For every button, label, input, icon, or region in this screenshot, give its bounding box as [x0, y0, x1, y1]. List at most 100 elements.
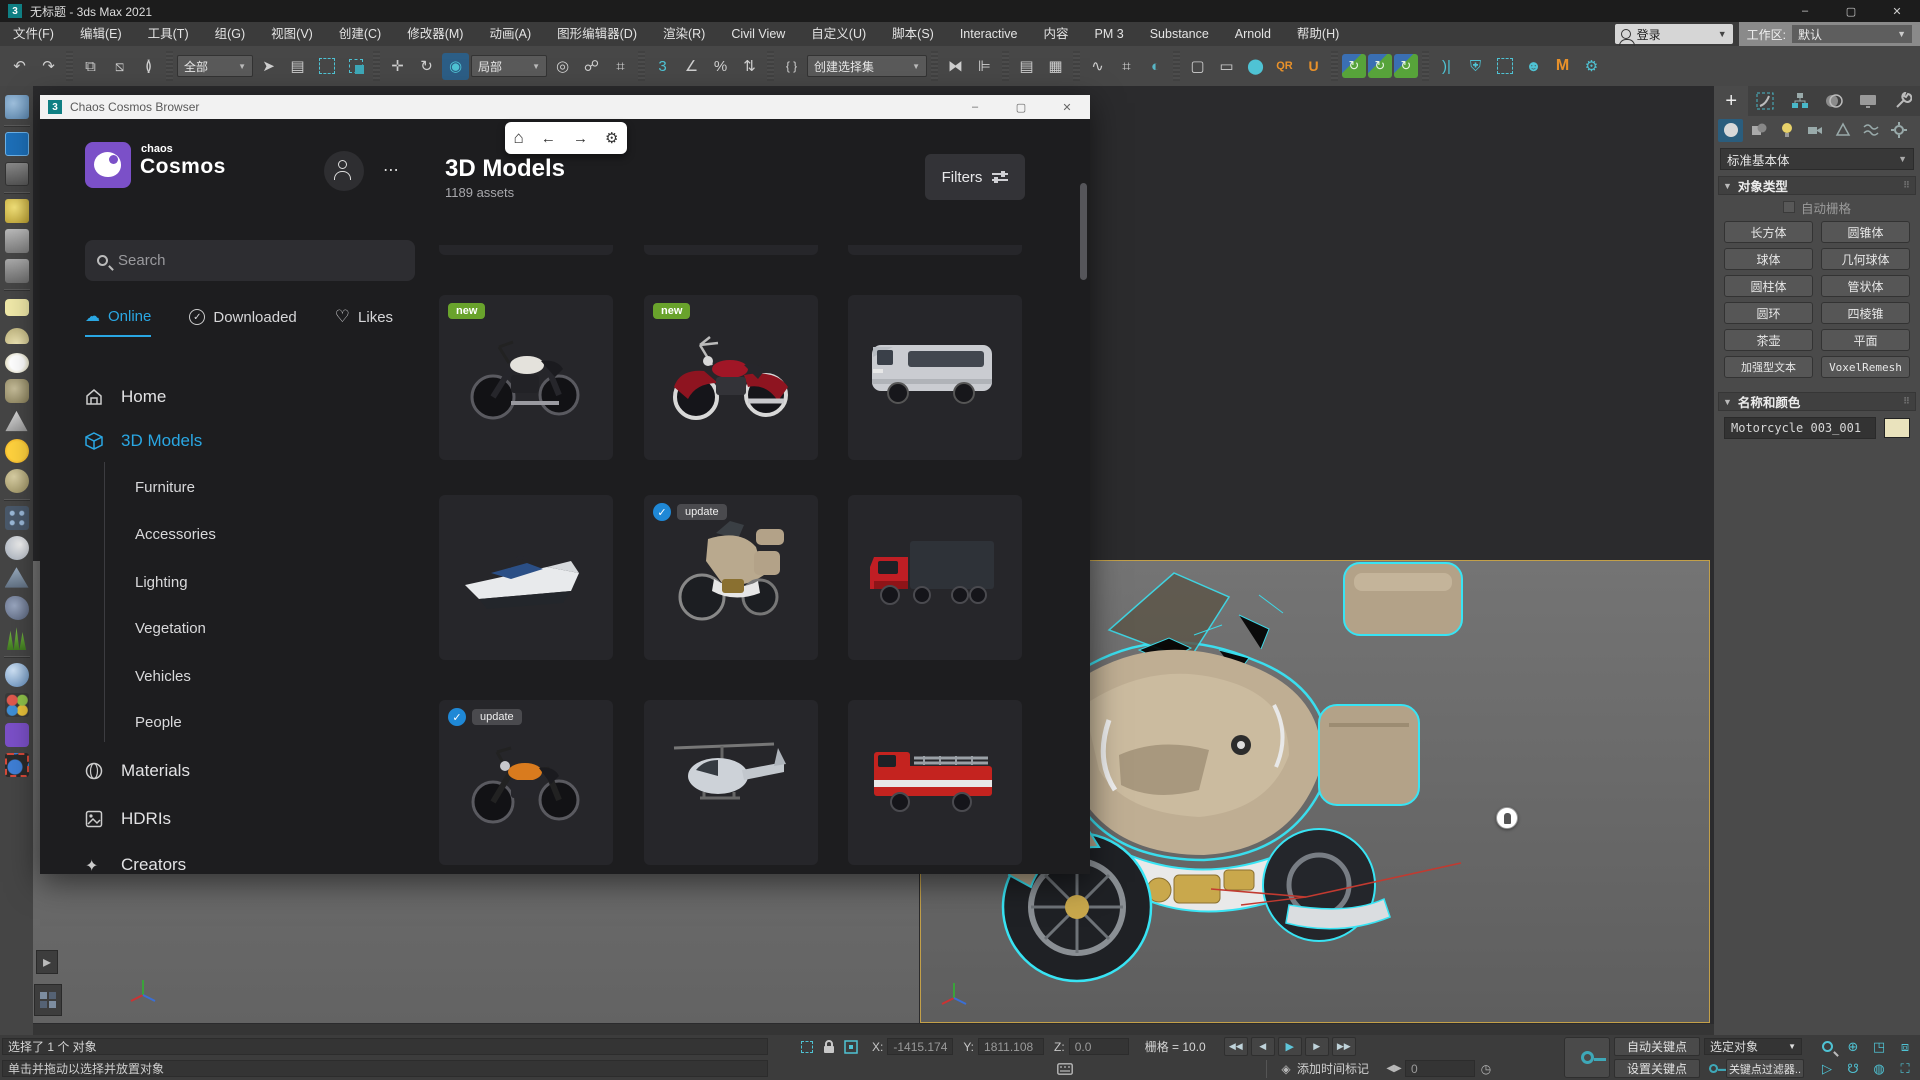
keyboard-override-icon[interactable]: ⌗	[607, 53, 634, 80]
walk-through-icon[interactable]: ☋	[1842, 1059, 1864, 1078]
named-selection-set-dropdown[interactable]: 创建选择集 ▼	[807, 55, 927, 77]
select-and-scale-icon[interactable]: ◉	[442, 53, 469, 80]
model-card-van[interactable]	[848, 295, 1022, 460]
cosmos-maximize-button[interactable]: ▢	[998, 95, 1044, 119]
menu-modifiers[interactable]: 修改器(M)	[394, 22, 476, 46]
spinner-snap-icon[interactable]: ⇅	[736, 53, 763, 80]
arnold-shield-icon[interactable]: ⛨	[1462, 53, 1489, 80]
menu-help[interactable]: 帮助(H)	[1284, 22, 1352, 46]
object-name-field[interactable]: Motorcycle 003_001	[1724, 417, 1876, 439]
teapot-render-icon[interactable]	[5, 95, 29, 119]
select-and-manipulate-icon[interactable]: ☍	[578, 53, 605, 80]
sidebar-item-accessories[interactable]: Accessories	[135, 526, 216, 543]
menu-create[interactable]: 创建(C)	[326, 22, 394, 46]
curve-editor-icon[interactable]: ∿	[1084, 53, 1111, 80]
layer-manager-icon[interactable]: ▤	[1013, 53, 1040, 80]
key-filters-button[interactable]: 关键点过滤器..	[1726, 1059, 1804, 1078]
cone-button[interactable]: 圆锥体	[1821, 221, 1910, 243]
align-icon[interactable]: ⊫	[971, 53, 998, 80]
autogrid-checkbox[interactable]	[1783, 201, 1795, 213]
cosmos-minimize-button[interactable]: –	[952, 95, 998, 119]
qr-render-icon[interactable]: QR	[1271, 53, 1298, 80]
plane-button[interactable]: 平面	[1821, 329, 1910, 351]
percent-snap-icon[interactable]: %	[707, 53, 734, 80]
zoom-extents-all-icon[interactable]: ⧈	[1894, 1037, 1916, 1056]
arnold-light-icon[interactable]: )|	[1433, 53, 1460, 80]
film-camera-icon[interactable]	[5, 259, 29, 283]
minimize-button[interactable]: –	[1782, 0, 1828, 22]
sun-icon[interactable]	[5, 439, 29, 463]
select-object-icon[interactable]: ➤	[255, 53, 282, 80]
name-color-rollout[interactable]: ▼ 名称和颜色 ⠿	[1718, 392, 1916, 411]
rectangular-selection-region-icon[interactable]	[313, 53, 340, 80]
sidebar-item-furniture[interactable]: Furniture	[135, 479, 195, 496]
model-card-semi-truck[interactable]	[848, 495, 1022, 660]
angle-snap-icon[interactable]: ∠	[678, 53, 705, 80]
viewport-tab-expand-button[interactable]: ▸	[36, 950, 58, 974]
teapot-button[interactable]: 茶壶	[1724, 329, 1813, 351]
cameras-category-icon[interactable]	[1802, 119, 1827, 142]
maximize-viewport-icon[interactable]: ⛶	[1894, 1059, 1916, 1078]
menu-file[interactable]: 文件(F)	[0, 22, 67, 46]
textplus-button[interactable]: 加强型文本	[1724, 356, 1813, 378]
more-menu-icon[interactable]: ⋯	[383, 160, 401, 180]
mesh-light-icon[interactable]	[5, 379, 29, 403]
workspace-dropdown[interactable]: 默认 ▼	[1792, 25, 1912, 43]
lights-dialog-icon[interactable]	[5, 199, 29, 223]
shapes-category-icon[interactable]	[1746, 119, 1771, 142]
settings-gear-icon[interactable]: ⚙	[1578, 53, 1605, 80]
model-card-jetski[interactable]	[439, 495, 613, 660]
display-tab[interactable]	[1851, 86, 1885, 116]
menu-customize[interactable]: 自定义(U)	[798, 22, 879, 46]
utilities-tab[interactable]	[1886, 86, 1920, 116]
next-frame-icon[interactable]: ▶	[1305, 1037, 1329, 1056]
usd-icon[interactable]: U	[1300, 53, 1327, 80]
track-bar[interactable]	[33, 1024, 1714, 1035]
helpers-category-icon[interactable]	[1830, 119, 1855, 142]
proxy-select-icon[interactable]	[5, 753, 29, 777]
schematic-view-icon[interactable]: ⌗	[1113, 53, 1140, 80]
menu-rendering[interactable]: 渲染(R)	[650, 22, 718, 46]
select-and-move-icon[interactable]: ✛	[384, 53, 411, 80]
field-of-view-icon[interactable]: ▷	[1816, 1059, 1838, 1078]
menu-interactive[interactable]: Interactive	[947, 22, 1031, 46]
tab-downloaded[interactable]: ✓ Downloaded	[189, 307, 296, 337]
voxelremesh-button[interactable]: VoxelRemesh	[1821, 356, 1910, 378]
space-warps-category-icon[interactable]	[1858, 119, 1883, 142]
sidebar-item-creators[interactable]: ✦ Creators	[85, 855, 186, 875]
dome-light-icon[interactable]	[5, 328, 29, 344]
box-button[interactable]: 长方体	[1724, 221, 1813, 243]
sphere-button[interactable]: 球体	[1724, 248, 1813, 270]
selection-filter-dropdown[interactable]: 全部 ▼	[177, 55, 253, 77]
window-crossing-icon[interactable]	[342, 53, 369, 80]
model-card-firetruck[interactable]	[848, 700, 1022, 865]
color-balls-icon[interactable]	[5, 693, 29, 717]
unlink-selection-icon[interactable]: ⧅	[106, 53, 133, 80]
undo-icon[interactable]: ↶	[6, 53, 33, 80]
menu-arnold[interactable]: Arnold	[1222, 22, 1284, 46]
redo-icon[interactable]: ↷	[35, 53, 62, 80]
sphere-light-icon[interactable]	[5, 353, 29, 373]
key-pair-icon[interactable]	[1702, 1059, 1724, 1078]
sidebar-item-hdris[interactable]: HDRIs	[85, 809, 171, 829]
sidebar-item-home[interactable]: Home	[85, 387, 166, 407]
filters-button[interactable]: Filters	[925, 154, 1025, 200]
menu-civil-view[interactable]: Civil View	[718, 22, 798, 46]
model-card-helicopter[interactable]	[644, 700, 818, 865]
primitive-category-dropdown[interactable]: 标准基本体 ▼	[1720, 148, 1914, 170]
model-card-motorcycle-touring[interactable]: ✓ update	[644, 495, 818, 660]
cosmos-close-button[interactable]: ✕	[1044, 95, 1090, 119]
go-to-start-icon[interactable]: ◀◀	[1224, 1037, 1248, 1056]
sidebar-item-people[interactable]: People	[135, 714, 182, 731]
orbit-icon[interactable]: ◍	[1868, 1059, 1890, 1078]
maximize-button[interactable]: ▢	[1828, 0, 1874, 22]
hierarchy-tab[interactable]	[1783, 86, 1817, 116]
material-editor-icon[interactable]: ◐	[1142, 53, 1169, 80]
render-frame-icon[interactable]	[5, 162, 29, 186]
menu-animation[interactable]: 动画(A)	[476, 22, 544, 46]
grass-icon[interactable]	[5, 626, 29, 650]
tab-likes[interactable]: ♡ Likes	[335, 307, 393, 337]
sidebar-item-3d-models[interactable]: 3D Models	[85, 431, 202, 451]
z-coordinate-field[interactable]: 0.0	[1069, 1038, 1129, 1055]
play-animation-icon[interactable]: ▶	[1278, 1037, 1302, 1056]
